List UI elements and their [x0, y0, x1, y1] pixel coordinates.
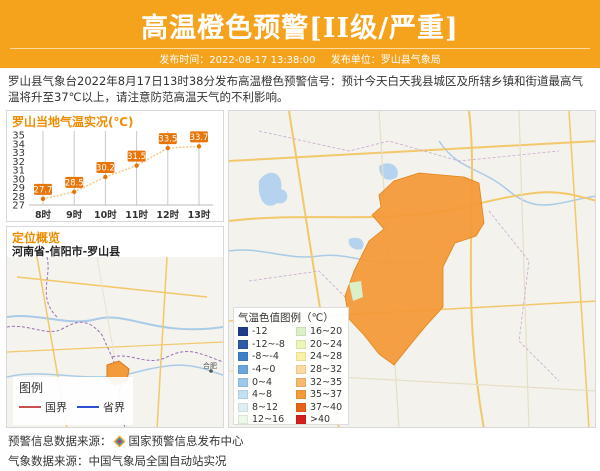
legend-item: 0~4: [238, 376, 296, 388]
city-label: 合肥: [203, 361, 217, 370]
legend-item: 32~35: [296, 376, 354, 388]
hour-tick-label: 12时: [156, 209, 179, 221]
hour-tick-label: 8时: [35, 209, 52, 221]
legend-swatch: [238, 377, 248, 387]
legend-item: -8~-4: [238, 351, 296, 363]
national-border-label: 国界: [45, 401, 67, 414]
temperature-color-legend: 气温色值图例（℃） -12 16~20 -12~-8 20~24 -8~-4 24~28-…: [233, 307, 349, 425]
temperature-line: [42, 145, 200, 200]
temperature-data-label: 31.5: [127, 152, 146, 162]
hour-tick-label: 10时: [94, 209, 117, 221]
province-border-label: 省界: [103, 401, 125, 414]
warning-center-logo-icon: [113, 435, 126, 448]
legend-label: 12~16: [252, 414, 285, 426]
legend-swatch: [238, 327, 248, 337]
temperature-data-label: 33.7: [190, 133, 209, 143]
legend-swatch: [296, 339, 306, 349]
legend-item: 35~37: [296, 389, 354, 401]
warning-description: 罗山县气象台2022年8月17日13时38分发布高温橙色预警信号：预计今天白天我…: [8, 74, 583, 104]
legend-item: 28~32: [296, 364, 354, 376]
legend-label: 35~37: [310, 389, 343, 401]
legend-item: -4~0: [238, 364, 296, 376]
temperature-point: [103, 174, 108, 180]
temperature-chart-panel: 罗山当地气温实况(℃) 35 34 33 32 31 30 29 28 27 27.7 8时 28.5…: [6, 110, 224, 222]
temperature-data-label: 28.5: [65, 178, 84, 188]
warning-source: 预警信息数据来源： 国家预警信息发布中心: [8, 433, 244, 449]
legend-swatch: [296, 365, 306, 375]
legend-label: 4~8: [252, 389, 273, 401]
legend-swatch: [238, 365, 248, 375]
temperature-data-label: 30.2: [96, 164, 115, 174]
weather-source: 气象数据来源：中国气象局全国自动站实况: [8, 454, 227, 468]
warning-source-name[interactable]: 国家预警信息发布中心: [129, 433, 244, 449]
legend-item: >40: [296, 414, 354, 426]
legend-item: 16~20: [296, 326, 354, 338]
legend-label: 37~40: [310, 401, 343, 413]
banner-divider: [10, 48, 590, 49]
legend-item: 20~24: [296, 339, 354, 351]
legend-item: -12~-8: [238, 339, 296, 351]
legend-swatch: [296, 402, 306, 412]
legend-label: 16~20: [310, 326, 343, 338]
temperature-point: [40, 196, 46, 202]
national-border-line: [19, 406, 41, 408]
hour-tick-label: 9时: [66, 209, 83, 221]
minimap-legend-title: 图例: [19, 381, 44, 395]
hour-tick-label: 11时: [125, 209, 148, 221]
legend-label: 32~35: [310, 376, 343, 388]
legend-swatch: [238, 352, 248, 362]
publisher: 发布单位：罗山县气象局: [330, 55, 441, 66]
legend-label: >40: [310, 414, 331, 426]
warning-banner: 高温橙色预警[II级/严重] 发布时间：2022-08-17 13:38:00 …: [0, 0, 600, 68]
temperature-point: [72, 189, 77, 195]
warning-map-panel[interactable]: 气温色值图例（℃） -12 16~20 -12~-8 20~24 -8~-4 24~28-…: [228, 110, 596, 428]
legend-label: 24~28: [310, 351, 343, 363]
legend-label: 8~12: [252, 401, 279, 413]
legend-label: 20~24: [310, 338, 343, 350]
temperature-point: [196, 144, 202, 149]
legend-label: -12: [252, 326, 268, 338]
legend-label: -12~-8: [252, 338, 285, 350]
legend-swatch: [238, 390, 248, 400]
temperature-data-label: 27.7: [34, 185, 53, 195]
temperature-legend-grid: -12 16~20 -12~-8 20~24 -8~-4 24~28 -4~0 28~32 0~…: [238, 326, 348, 426]
warning-title: 高温橙色预警[II级/严重]: [141, 13, 459, 44]
hour-tick-label: 13时: [188, 209, 211, 221]
publish-time: 发布时间：2022-08-17 13:38:00: [159, 55, 316, 66]
legend-swatch: [296, 327, 306, 337]
y-tick-label: 27: [12, 201, 25, 212]
banner-meta: 发布时间：2022-08-17 13:38:00 发布单位：罗山县气象局: [0, 51, 600, 66]
legend-swatch: [296, 390, 306, 400]
temperature-data-label: 33.5: [158, 135, 177, 145]
temperature-chart: 35343332313029282727.78时28.59时30.210时31.…: [12, 131, 213, 221]
legend-swatch: [238, 339, 248, 349]
temperature-legend-title: 气温色值图例（℃）: [238, 312, 334, 324]
legend-item: 24~28: [296, 351, 354, 363]
temperature-point: [165, 145, 170, 151]
legend-item: 12~16: [238, 414, 296, 426]
legend-swatch: [296, 377, 306, 387]
legend-swatch: [296, 415, 306, 425]
warning-source-label: 预警信息数据来源：: [8, 434, 112, 448]
legend-item: 4~8: [238, 389, 296, 401]
location-overview-panel: 定位概览 河南省-信阳市-罗山县 合肥 图例 国界 省界: [6, 226, 224, 428]
legend-item: 8~12: [238, 402, 296, 414]
province-border-line: [77, 406, 99, 408]
legend-label: 28~32: [310, 364, 343, 376]
legend-swatch: [296, 352, 306, 362]
legend-label: -8~-4: [252, 351, 279, 363]
temperature-point: [134, 163, 139, 168]
legend-item: 37~40: [296, 402, 354, 414]
legend-item: -12: [238, 326, 296, 338]
legend-swatch: [238, 415, 248, 425]
legend-label: 0~4: [252, 376, 273, 388]
legend-label: -4~0: [252, 364, 276, 376]
minimap-legend: 图例 国界 省界: [13, 377, 133, 425]
legend-swatch: [238, 402, 248, 412]
